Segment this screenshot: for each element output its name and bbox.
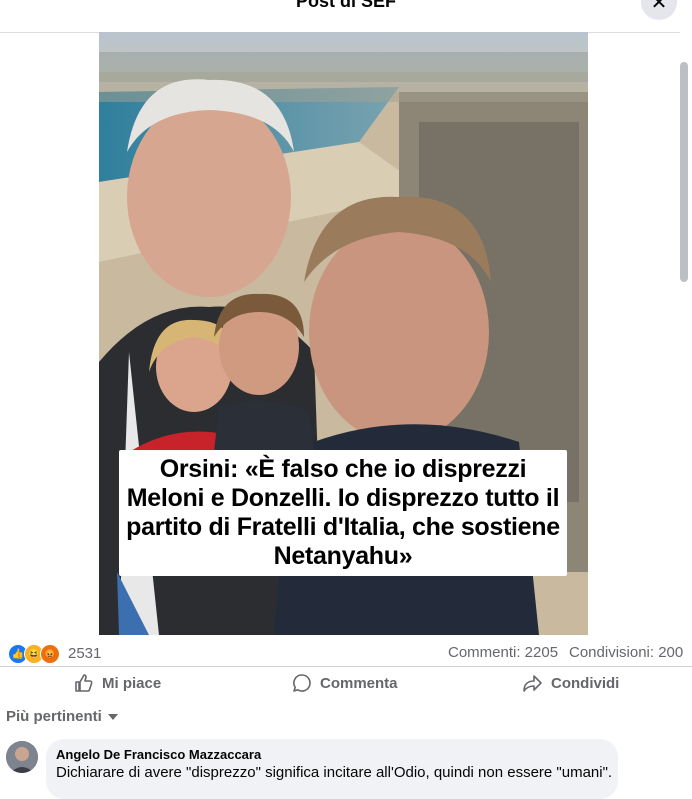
thumbs-up-icon — [75, 674, 93, 692]
dialog-header: Post di SEF ✕ — [0, 0, 692, 33]
reaction-icons[interactable]: 👍 😆 😡 — [8, 644, 60, 664]
share-icon — [523, 675, 542, 692]
comment-button-label: Commenta — [320, 674, 398, 692]
shares-count[interactable]: Condivisioni: 200 — [569, 644, 683, 661]
angry-icon: 😡 — [40, 644, 60, 664]
dialog-title: Post di SEF — [295, 0, 396, 11]
comment-bubble: Angelo De Francisco Mazzaccara Dichiarar… — [46, 739, 618, 799]
like-button-label: Mi piace — [102, 674, 162, 692]
share-button[interactable]: Condividi — [523, 673, 619, 693]
scrollbar-thumb[interactable] — [680, 62, 688, 282]
chevron-down-icon — [107, 713, 118, 720]
comment-icon — [293, 674, 311, 692]
comments-count[interactable]: Commenti: 2205 — [448, 644, 558, 661]
comment-sort-dropdown[interactable]: Più pertinenti — [6, 708, 118, 725]
avatar[interactable] — [6, 741, 38, 773]
comment-author[interactable]: Angelo De Francisco Mazzaccara — [56, 747, 261, 762]
sort-label: Più pertinenti — [6, 708, 102, 725]
close-icon: ✕ — [650, 0, 668, 14]
close-button[interactable]: ✕ — [641, 0, 677, 20]
post-headline: Orsini: «È falso che io disprezzi Meloni… — [119, 450, 567, 576]
comment-button[interactable]: Commenta — [292, 673, 398, 693]
comment-text: Dichiarare di avere "disprezzo" signific… — [56, 764, 613, 781]
share-button-label: Condividi — [551, 674, 620, 692]
reaction-count[interactable]: 2531 — [68, 645, 101, 662]
post-actions: Mi piace Commenta Condividi — [0, 666, 692, 703]
like-button[interactable]: Mi piace — [74, 673, 161, 693]
avatar-image — [6, 741, 38, 773]
headline-text: Orsini: «È falso che io disprezzi Meloni… — [126, 455, 560, 570]
